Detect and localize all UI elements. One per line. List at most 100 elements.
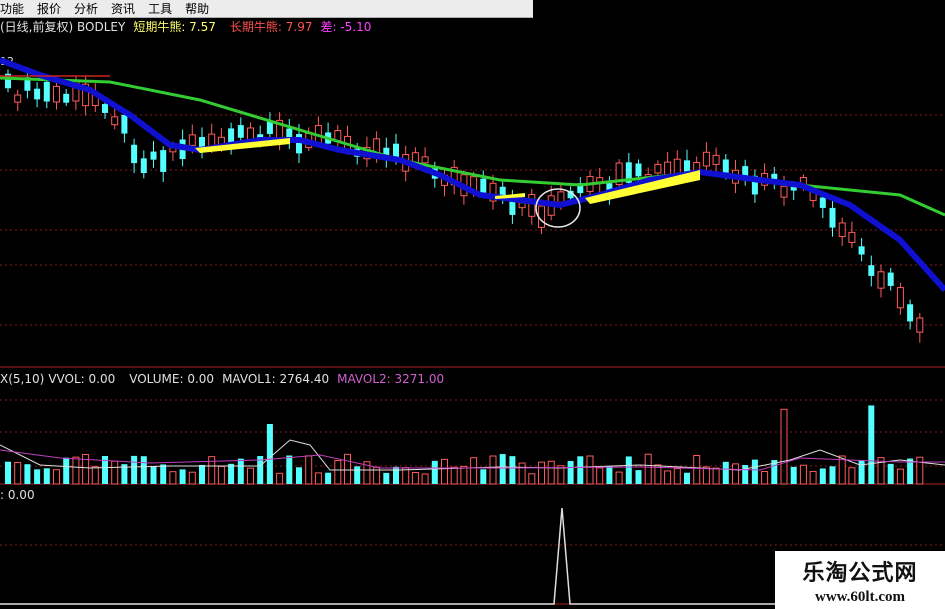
- volume-bar: [761, 470, 769, 485]
- volume-bar: [489, 455, 497, 485]
- volume-bar: [150, 466, 157, 484]
- volume-bar: [625, 456, 632, 484]
- candle-body: [480, 178, 487, 194]
- volume-bar: [518, 462, 526, 485]
- volume-bar: [354, 466, 361, 484]
- volume-bar: [421, 473, 429, 485]
- volume-bar: [14, 461, 22, 485]
- volume-bar: [644, 453, 652, 485]
- volume-bar: [480, 469, 487, 484]
- volume-bar: [819, 468, 826, 484]
- candle-body: [160, 150, 167, 172]
- candle-body: [907, 304, 914, 322]
- volume-bar: [664, 470, 672, 485]
- candle-body: [63, 93, 70, 103]
- volume-bar: [276, 472, 284, 485]
- volume-bar: [325, 472, 332, 484]
- volume-bar: [53, 469, 60, 485]
- candle-body: [557, 191, 565, 203]
- candle-body: [838, 222, 846, 238]
- candle-body: [111, 116, 119, 126]
- candle-body: [780, 185, 788, 198]
- candle-body: [684, 160, 690, 172]
- volume-bar: [848, 467, 856, 485]
- candle-body: [150, 151, 157, 160]
- volume-bar: [528, 473, 536, 485]
- site-watermark: 乐淘公式网 www.60lt.com: [775, 551, 945, 609]
- volume-bar: [111, 460, 119, 485]
- volume-bar: [188, 471, 196, 485]
- volume-bar: [314, 472, 322, 485]
- candle-body: [131, 144, 138, 164]
- volume-bar: [199, 464, 205, 484]
- volume-bar: [266, 423, 273, 484]
- volume-bar: [431, 460, 438, 484]
- candle-body: [887, 272, 894, 286]
- candle-body: [702, 151, 710, 167]
- volume-bar: [916, 456, 924, 485]
- candle-body: [819, 197, 826, 208]
- volume-bar: [72, 456, 80, 485]
- volume-bar: [43, 468, 50, 484]
- candle-body: [421, 156, 429, 164]
- volume-bar: [460, 465, 468, 485]
- candle-body: [868, 265, 875, 276]
- candle-body: [858, 246, 865, 255]
- volume-bar: [228, 463, 235, 484]
- volume-bar: [509, 456, 516, 484]
- candle-body: [528, 194, 536, 217]
- volume-bar: [780, 408, 788, 485]
- volume-bar: [334, 459, 342, 485]
- volume-bar: [296, 467, 302, 484]
- volume-bar: [586, 455, 594, 485]
- volume-bar: [5, 461, 11, 484]
- candle-body: [140, 158, 147, 174]
- volume-bar: [538, 461, 545, 485]
- volume-bar: [91, 466, 99, 485]
- volume-bar: [596, 467, 604, 485]
- volume-bar: [829, 466, 836, 484]
- volume-bar: [673, 468, 681, 485]
- volume-bar: [34, 469, 41, 484]
- volume-bar: [169, 471, 177, 485]
- volume-bar: [393, 466, 399, 484]
- volume-bar: [615, 471, 623, 485]
- candle-body: [896, 287, 904, 309]
- candle-body: [296, 134, 302, 154]
- stock-chart-canvas[interactable]: [0, 0, 945, 609]
- volume-bar: [217, 465, 225, 485]
- volume-bar: [567, 461, 574, 484]
- volume-bar: [305, 455, 313, 485]
- candle-body: [188, 134, 196, 146]
- volume-bar: [450, 466, 458, 485]
- volume-bar: [577, 456, 584, 484]
- overlap-band: [585, 170, 700, 204]
- volume-bar: [712, 467, 720, 485]
- volume-bar: [63, 457, 70, 484]
- volume-bar: [809, 470, 817, 485]
- candle-body: [34, 88, 41, 100]
- volume-bar: [606, 465, 613, 484]
- volume-bar: [799, 464, 807, 485]
- volume-bar: [547, 460, 555, 485]
- candle-body: [635, 163, 642, 177]
- watermark-url: www.60lt.com: [815, 588, 905, 605]
- volume-bar: [896, 468, 904, 485]
- candle-body: [14, 94, 22, 103]
- volume-bar: [411, 472, 419, 485]
- candle-body: [43, 81, 50, 102]
- volume-bar: [247, 467, 254, 485]
- candle-body: [518, 202, 526, 209]
- candle-body: [654, 163, 662, 174]
- volume-bar: [24, 464, 31, 484]
- candle-body: [848, 231, 856, 243]
- volume-bar: [722, 461, 729, 484]
- volume-bar: [868, 405, 875, 484]
- volume-bar: [441, 458, 448, 485]
- candle-body: [53, 85, 60, 103]
- volume-bar: [344, 453, 351, 485]
- volume-bar: [286, 455, 293, 484]
- candle-body: [712, 154, 720, 165]
- volume-bar: [499, 454, 506, 484]
- volume-bar: [635, 470, 642, 484]
